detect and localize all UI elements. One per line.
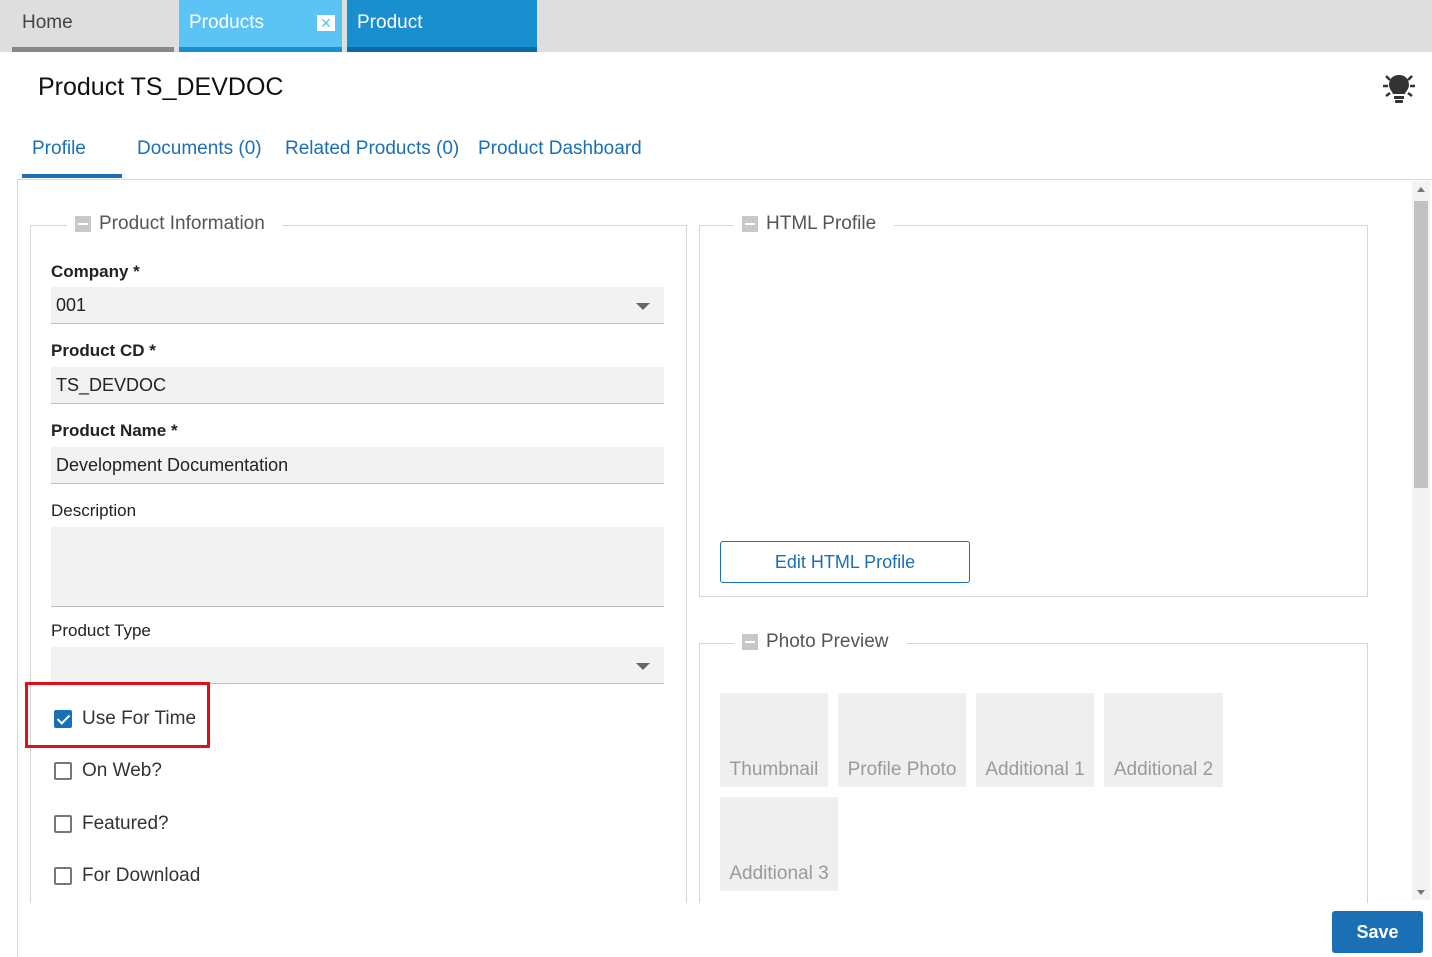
thumbnail-photo[interactable]: Thumbnail — [720, 693, 828, 787]
product-type-select[interactable] — [51, 647, 664, 684]
collapse-icon[interactable] — [742, 216, 758, 232]
additional-2-label: Additional 2 — [1113, 759, 1214, 780]
tab-home[interactable]: Home — [12, 0, 174, 52]
tab-products-label: Products — [189, 12, 264, 33]
scroll-up-icon[interactable] — [1417, 187, 1425, 192]
chevron-down-icon — [636, 663, 650, 670]
sub-tabs: Profile Documents (0) Related Products (… — [0, 130, 1432, 180]
additional-1-label: Additional 1 — [985, 759, 1085, 780]
product-type-label: Product Type — [51, 621, 151, 640]
product-cd-value: TS_DEVDOC — [56, 375, 167, 395]
collapse-icon[interactable] — [75, 216, 91, 232]
additional-1-photo[interactable]: Additional 1 — [976, 693, 1094, 787]
company-value: 001 — [56, 295, 87, 315]
tab-profile[interactable]: Profile — [22, 138, 122, 178]
additional-3-photo[interactable]: Additional 3 — [720, 797, 838, 891]
on-web-label: On Web? — [82, 760, 162, 781]
close-icon[interactable]: ✕ — [317, 15, 335, 31]
section-title: Photo Preview — [766, 631, 889, 652]
product-cd-label: Product CD * — [51, 341, 156, 360]
section-legend[interactable]: HTML Profile — [734, 213, 895, 235]
additional-2-photo[interactable]: Additional 2 — [1104, 693, 1223, 787]
featured-label: Featured? — [82, 813, 169, 834]
description-field[interactable] — [51, 527, 664, 607]
checkbox-icon[interactable] — [54, 762, 72, 780]
top-tab-bar: Home Products ✕ Product TS_DEVDOC — [0, 0, 1432, 79]
description-label: Description — [51, 501, 137, 520]
edit-html-profile-button[interactable]: Edit HTML Profile — [720, 541, 970, 583]
tab-product-ts-devdoc[interactable]: Product TS_DEVDOC — [347, 0, 537, 79]
save-button[interactable]: Save — [1332, 911, 1423, 953]
product-name-label: Product Name * — [51, 421, 178, 440]
scrollbar-thumb[interactable] — [1414, 201, 1428, 488]
section-title: Product Information — [99, 213, 265, 234]
checkbox-icon[interactable] — [54, 815, 72, 833]
section-legend[interactable]: Product Information — [67, 213, 283, 235]
section-title: HTML Profile — [766, 213, 877, 234]
profile-photo-label: Profile Photo — [847, 759, 957, 780]
chevron-down-icon — [636, 303, 650, 310]
collapse-icon[interactable] — [742, 634, 758, 650]
featured-checkbox[interactable]: Featured? — [54, 813, 169, 835]
scrollbar[interactable] — [1412, 181, 1430, 900]
on-web-checkbox[interactable]: On Web? — [54, 760, 162, 782]
company-select[interactable]: 001 — [51, 287, 664, 324]
tab-products[interactable]: Products ✕ — [179, 0, 342, 52]
company-label: Company * — [51, 262, 140, 281]
footer-area — [18, 903, 1412, 957]
for-download-label: For Download — [82, 865, 201, 886]
thumbnail-label: Thumbnail — [729, 759, 819, 780]
section-legend[interactable]: Photo Preview — [734, 631, 907, 653]
lightbulb-icon[interactable] — [1380, 72, 1418, 106]
page-title: Product TS_DEVDOC — [38, 73, 284, 101]
for-download-checkbox[interactable]: For Download — [54, 865, 200, 887]
tab-documents[interactable]: Documents (0) — [137, 138, 262, 160]
checkbox-icon[interactable] — [54, 867, 72, 885]
product-name-value: Development Documentation — [56, 455, 289, 475]
scroll-down-icon[interactable] — [1417, 890, 1425, 895]
product-name-field[interactable]: Development Documentation — [51, 447, 664, 484]
highlight-box — [25, 682, 210, 748]
profile-photo[interactable]: Profile Photo — [838, 693, 966, 787]
tab-product-dashboard[interactable]: Product Dashboard — [478, 138, 642, 160]
tab-related-products[interactable]: Related Products (0) — [285, 138, 459, 160]
product-cd-field[interactable]: TS_DEVDOC — [51, 367, 664, 404]
additional-3-label: Additional 3 — [729, 863, 829, 884]
